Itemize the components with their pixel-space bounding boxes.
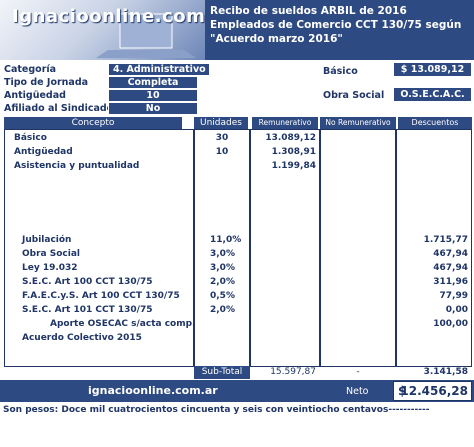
row-sec100-unidades: 2,0% xyxy=(210,277,235,287)
row-sec101-desc: 0,00 xyxy=(445,305,468,315)
col-no-remunerativo xyxy=(320,129,396,367)
amount-in-words: Son pesos: Doce mil cuatrocientos cincue… xyxy=(3,405,430,415)
row-sec101-concepto: S.E.C. Art 101 CCT 130/75 xyxy=(22,305,153,315)
row-obra-social-unidades: 3,0% xyxy=(210,249,235,259)
row-acuerdo-concepto: Acuerdo Colectivo 2015 xyxy=(22,333,142,343)
col-header-concepto: Concepto xyxy=(4,117,182,129)
page-title: Recibo de sueldos ARBIL de 2016 Empleado… xyxy=(210,5,462,45)
row-sec100-desc: 311,96 xyxy=(433,277,468,287)
antiguedad-label: Antigüedad xyxy=(4,90,66,101)
row-asistencia-rem: 1.199,84 xyxy=(271,161,316,171)
row-basico-unidades: 30 xyxy=(215,133,229,143)
row-osecac-concepto: Aporte OSECAC s/acta comp. xyxy=(50,319,196,329)
row-obra-social-concepto: Obra Social xyxy=(22,249,80,259)
row-faecys-unidades: 0,5% xyxy=(210,291,235,301)
basico-label: Básico xyxy=(323,66,358,77)
row-obra-social-desc: 467,94 xyxy=(433,249,468,259)
row-ley-unidades: 3,0% xyxy=(210,263,235,273)
neto-box: $ 12.456,28 xyxy=(393,381,472,401)
basico-value: $ 13.089,12 xyxy=(393,62,472,77)
afiliado-label: Afiliado al Sindicado xyxy=(4,103,114,114)
afiliado-value: No xyxy=(108,102,198,115)
col-header-unidades: Unidades xyxy=(194,117,248,129)
row-jubilacion-desc: 1.715,77 xyxy=(423,235,468,245)
tipo-jornada-value: Completa xyxy=(108,76,198,89)
categoria-value: 4. Administrativo A xyxy=(108,63,210,87)
logo-text: Ignacioonline.com.ar xyxy=(12,6,205,27)
row-osecac-desc: 100,00 xyxy=(433,319,468,329)
subtotal-desc: 3.141,58 xyxy=(423,367,468,377)
neto-value: 12.456,28 xyxy=(400,384,468,398)
tipo-jornada-label: Tipo de Jornada xyxy=(4,77,89,88)
row-jubilacion-concepto: Jubilación xyxy=(22,235,72,245)
row-sec100-concepto: S.E.C. Art 100 CCT 130/75 xyxy=(22,277,153,287)
neto-label: Neto xyxy=(346,386,369,397)
row-ley-concepto: Ley 19.032 xyxy=(22,263,78,273)
row-jubilacion-unidades: 11,0% xyxy=(210,235,242,245)
subtotal-norem: - xyxy=(356,367,360,377)
subtotal-label: Sub-Total xyxy=(201,367,243,377)
row-basico-rem: 13.089,12 xyxy=(265,133,316,143)
footer-brand: ignacioonline.com.ar xyxy=(88,384,218,397)
subtotal-rem: 15.597,87 xyxy=(270,367,316,377)
row-antiguedad-rem: 1.308,91 xyxy=(271,147,316,157)
categoria-label: Categoría xyxy=(4,64,57,75)
row-antiguedad-concepto: Antigüedad xyxy=(14,147,73,157)
site-logo: Ignacioonline.com.ar xyxy=(0,0,205,60)
subtotal-label-cell: Sub-Total xyxy=(194,366,250,379)
col-header-no-remunerativo: No Remunerativo xyxy=(320,117,396,129)
row-faecys-concepto: F.A.E.C.y.S. Art 100 CCT 130/75 xyxy=(22,291,180,301)
row-antiguedad-unidades: 10 xyxy=(215,147,229,157)
row-ley-desc: 467,94 xyxy=(433,263,468,273)
obra-social-label: Obra Social xyxy=(323,90,385,101)
row-sec101-unidades: 2,0% xyxy=(210,305,235,315)
row-basico-concepto: Básico xyxy=(14,133,47,143)
col-header-remunerativo: Remunerativo xyxy=(252,117,318,129)
col-header-descuentos: Descuentos xyxy=(398,117,472,129)
row-asistencia-concepto: Asistencia y puntualidad xyxy=(14,161,140,171)
row-faecys-desc: 77,99 xyxy=(439,291,468,301)
antiguedad-value: 10 xyxy=(108,89,198,102)
obra-social-value: O.S.E.C.A.C. xyxy=(393,87,472,102)
